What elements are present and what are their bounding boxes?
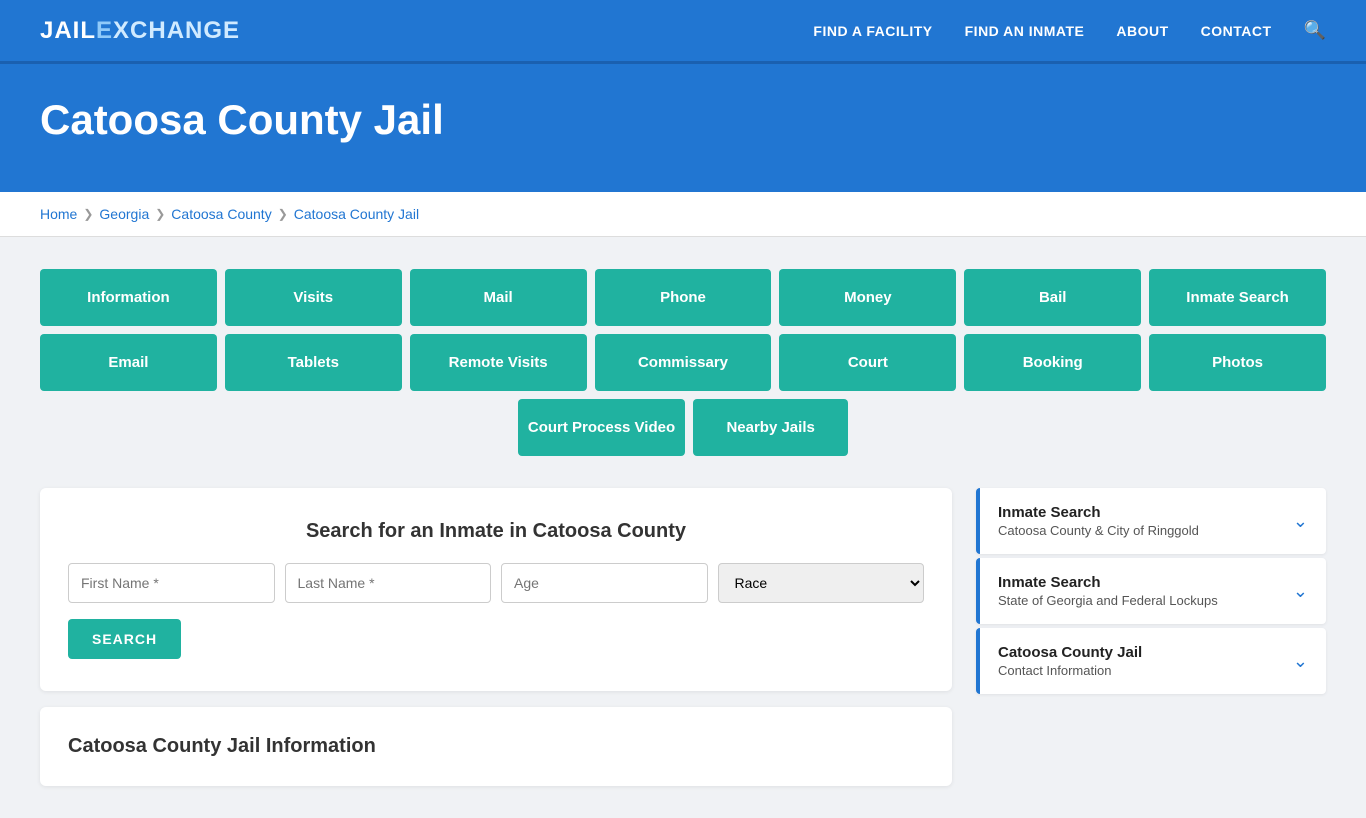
left-column: Search for an Inmate in Catoosa County R… (40, 488, 952, 786)
sidebar-item-inmate-search-local: Inmate Search Catoosa County & City of R… (976, 488, 1326, 554)
search-button[interactable]: SEARCH (68, 619, 181, 659)
sidebar-item-header-state[interactable]: Inmate Search State of Georgia and Feder… (980, 558, 1326, 624)
breadcrumb: Home ❯ Georgia ❯ Catoosa County ❯ Catoos… (40, 206, 1326, 222)
sidebar-item-text-state: Inmate Search State of Georgia and Feder… (998, 574, 1218, 608)
btn-tablets[interactable]: Tablets (225, 334, 402, 391)
breadcrumb-georgia[interactable]: Georgia (99, 206, 149, 222)
btn-booking[interactable]: Booking (964, 334, 1141, 391)
btn-phone[interactable]: Phone (595, 269, 772, 326)
btn-mail[interactable]: Mail (410, 269, 587, 326)
btn-nearby-jails[interactable]: Nearby Jails (693, 399, 848, 456)
grid-row-3: Court Process Video Nearby Jails (40, 399, 1326, 456)
sidebar-item-header-contact[interactable]: Catoosa County Jail Contact Information … (980, 628, 1326, 694)
hero-section: Catoosa County Jail (0, 64, 1366, 192)
nav-about[interactable]: ABOUT (1116, 23, 1168, 39)
sidebar-item-text-local: Inmate Search Catoosa County & City of R… (998, 504, 1199, 538)
btn-bail[interactable]: Bail (964, 269, 1141, 326)
breadcrumb-sep-1: ❯ (83, 207, 93, 221)
search-icon[interactable]: 🔍 (1304, 20, 1326, 41)
btn-information[interactable]: Information (40, 269, 217, 326)
nav: FIND A FACILITY FIND AN INMATE ABOUT CON… (813, 20, 1326, 41)
page-title: Catoosa County Jail (40, 96, 1326, 144)
info-title: Catoosa County Jail Information (68, 735, 924, 758)
btn-court-process-video[interactable]: Court Process Video (518, 399, 685, 456)
sidebar-item-header-local[interactable]: Inmate Search Catoosa County & City of R… (980, 488, 1326, 554)
btn-inmate-search[interactable]: Inmate Search (1149, 269, 1326, 326)
btn-commissary[interactable]: Commissary (595, 334, 772, 391)
grid-row-1: Information Visits Mail Phone Money Bail… (40, 269, 1326, 326)
breadcrumb-catoosa-county[interactable]: Catoosa County (171, 206, 271, 222)
sidebar-item-contact: Catoosa County Jail Contact Information … (976, 628, 1326, 694)
breadcrumb-home[interactable]: Home (40, 206, 77, 222)
search-card: Search for an Inmate in Catoosa County R… (40, 488, 952, 691)
sidebar-item-title-local: Inmate Search (998, 504, 1199, 521)
btn-photos[interactable]: Photos (1149, 334, 1326, 391)
sidebar-item-subtitle-local: Catoosa County & City of Ringgold (998, 523, 1199, 538)
btn-remote-visits[interactable]: Remote Visits (410, 334, 587, 391)
logo: JAILEXCHANGE (40, 17, 240, 45)
chevron-down-icon-state: ⌄ (1293, 581, 1308, 602)
nav-find-inmate[interactable]: FIND AN INMATE (965, 23, 1085, 39)
logo-xchange: XCHANGE (113, 17, 240, 45)
sidebar-item-subtitle-contact: Contact Information (998, 663, 1142, 678)
logo-jail: JAIL (40, 17, 96, 45)
sidebar-item-text-contact: Catoosa County Jail Contact Information (998, 644, 1142, 678)
search-title: Search for an Inmate in Catoosa County (68, 520, 924, 543)
race-select[interactable]: Race White Black Hispanic Asian Other (718, 563, 925, 603)
logo-e: E (96, 17, 113, 45)
sidebar-item-title-contact: Catoosa County Jail (998, 644, 1142, 661)
btn-visits[interactable]: Visits (225, 269, 402, 326)
sidebar-item-subtitle-state: State of Georgia and Federal Lockups (998, 593, 1218, 608)
sidebar-item-title-state: Inmate Search (998, 574, 1218, 591)
nav-find-facility[interactable]: FIND A FACILITY (813, 23, 932, 39)
btn-money[interactable]: Money (779, 269, 956, 326)
content-area: Search for an Inmate in Catoosa County R… (40, 488, 1326, 786)
breadcrumb-sep-2: ❯ (155, 207, 165, 221)
header: JAILEXCHANGE FIND A FACILITY FIND AN INM… (0, 0, 1366, 64)
last-name-input[interactable] (285, 563, 492, 603)
info-section: Catoosa County Jail Information (40, 707, 952, 786)
btn-email[interactable]: Email (40, 334, 217, 391)
breadcrumb-current: Catoosa County Jail (294, 206, 419, 222)
nav-contact[interactable]: CONTACT (1201, 23, 1272, 39)
sidebar-item-inmate-search-state: Inmate Search State of Georgia and Feder… (976, 558, 1326, 624)
sidebar: Inmate Search Catoosa County & City of R… (976, 488, 1326, 694)
chevron-down-icon-local: ⌄ (1293, 511, 1308, 532)
search-form: Race White Black Hispanic Asian Other (68, 563, 924, 603)
breadcrumb-bar: Home ❯ Georgia ❯ Catoosa County ❯ Catoos… (0, 192, 1366, 237)
chevron-down-icon-contact: ⌄ (1293, 651, 1308, 672)
breadcrumb-sep-3: ❯ (278, 207, 288, 221)
btn-court[interactable]: Court (779, 334, 956, 391)
main-content: Information Visits Mail Phone Money Bail… (0, 237, 1366, 818)
age-input[interactable] (501, 563, 708, 603)
first-name-input[interactable] (68, 563, 275, 603)
grid-row-2: Email Tablets Remote Visits Commissary C… (40, 334, 1326, 391)
